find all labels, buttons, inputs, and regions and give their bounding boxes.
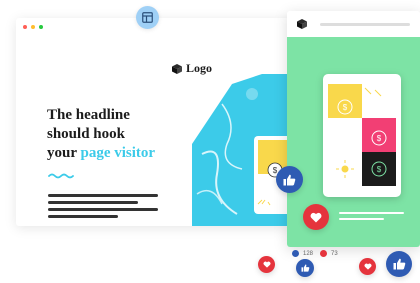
- text-line-2: [48, 201, 138, 204]
- thumbs-up-icon: [283, 174, 296, 185]
- floating-heart-button-left[interactable]: [258, 256, 275, 273]
- heart-icon: [263, 261, 270, 268]
- bottom-like-button[interactable]: [386, 251, 412, 277]
- small-like-button[interactable]: [296, 259, 314, 277]
- tablet-mockup: $ $ $: [323, 74, 401, 197]
- squiggle-decoration: [48, 173, 74, 179]
- post-caption-line-1: [339, 212, 404, 214]
- text-line-3: [48, 208, 158, 211]
- svg-text:$: $: [377, 165, 382, 174]
- logo-cube-icon: [297, 19, 307, 29]
- window-dot-green: [39, 25, 43, 29]
- post-stats: 128 73: [292, 250, 338, 257]
- heart-reaction-button[interactable]: [303, 204, 329, 230]
- svg-text:$: $: [377, 134, 382, 143]
- dollar-coin-icon: $: [343, 103, 348, 112]
- floating-like-button[interactable]: [276, 166, 303, 193]
- layout-icon: [142, 12, 153, 23]
- text-line-1: [48, 194, 158, 197]
- headline-line-3: your page visitor: [47, 144, 197, 163]
- heart-count-icon: [320, 250, 328, 257]
- text-line-4: [48, 215, 118, 218]
- headline-line-3-prefix: your: [47, 145, 81, 161]
- heart-icon: [364, 263, 371, 270]
- heart-count: 73: [331, 250, 338, 257]
- window-dot-red: [23, 25, 27, 29]
- headline-line-1: The headline: [47, 107, 130, 123]
- window-dot-yellow: [31, 25, 35, 29]
- floating-heart-button-right[interactable]: [359, 258, 376, 275]
- logo-cube-icon: [172, 63, 182, 74]
- like-count-icon: [292, 250, 299, 257]
- thumbs-up-icon: [301, 264, 309, 272]
- window-controls: [23, 25, 43, 29]
- headline-line-2: should hook: [47, 126, 125, 142]
- tablet-screen-art: $ $ $: [328, 84, 396, 186]
- headline-accent: page visitor: [80, 145, 156, 161]
- landing-page-card: Logo The headline should hook your page …: [16, 18, 291, 226]
- layout-toggle-button[interactable]: [136, 6, 159, 29]
- like-count: 128: [303, 250, 314, 257]
- social-post-header: [287, 11, 420, 37]
- social-post-card: $ $ $: [287, 11, 420, 247]
- header-placeholder-line: [320, 23, 410, 26]
- thumbs-up-icon: [393, 258, 405, 270]
- hero-artwork: $: [192, 74, 291, 226]
- hero-headline: The headline should hook your page visit…: [47, 106, 197, 163]
- post-caption-line-2: [339, 218, 384, 220]
- heart-icon: [310, 212, 322, 222]
